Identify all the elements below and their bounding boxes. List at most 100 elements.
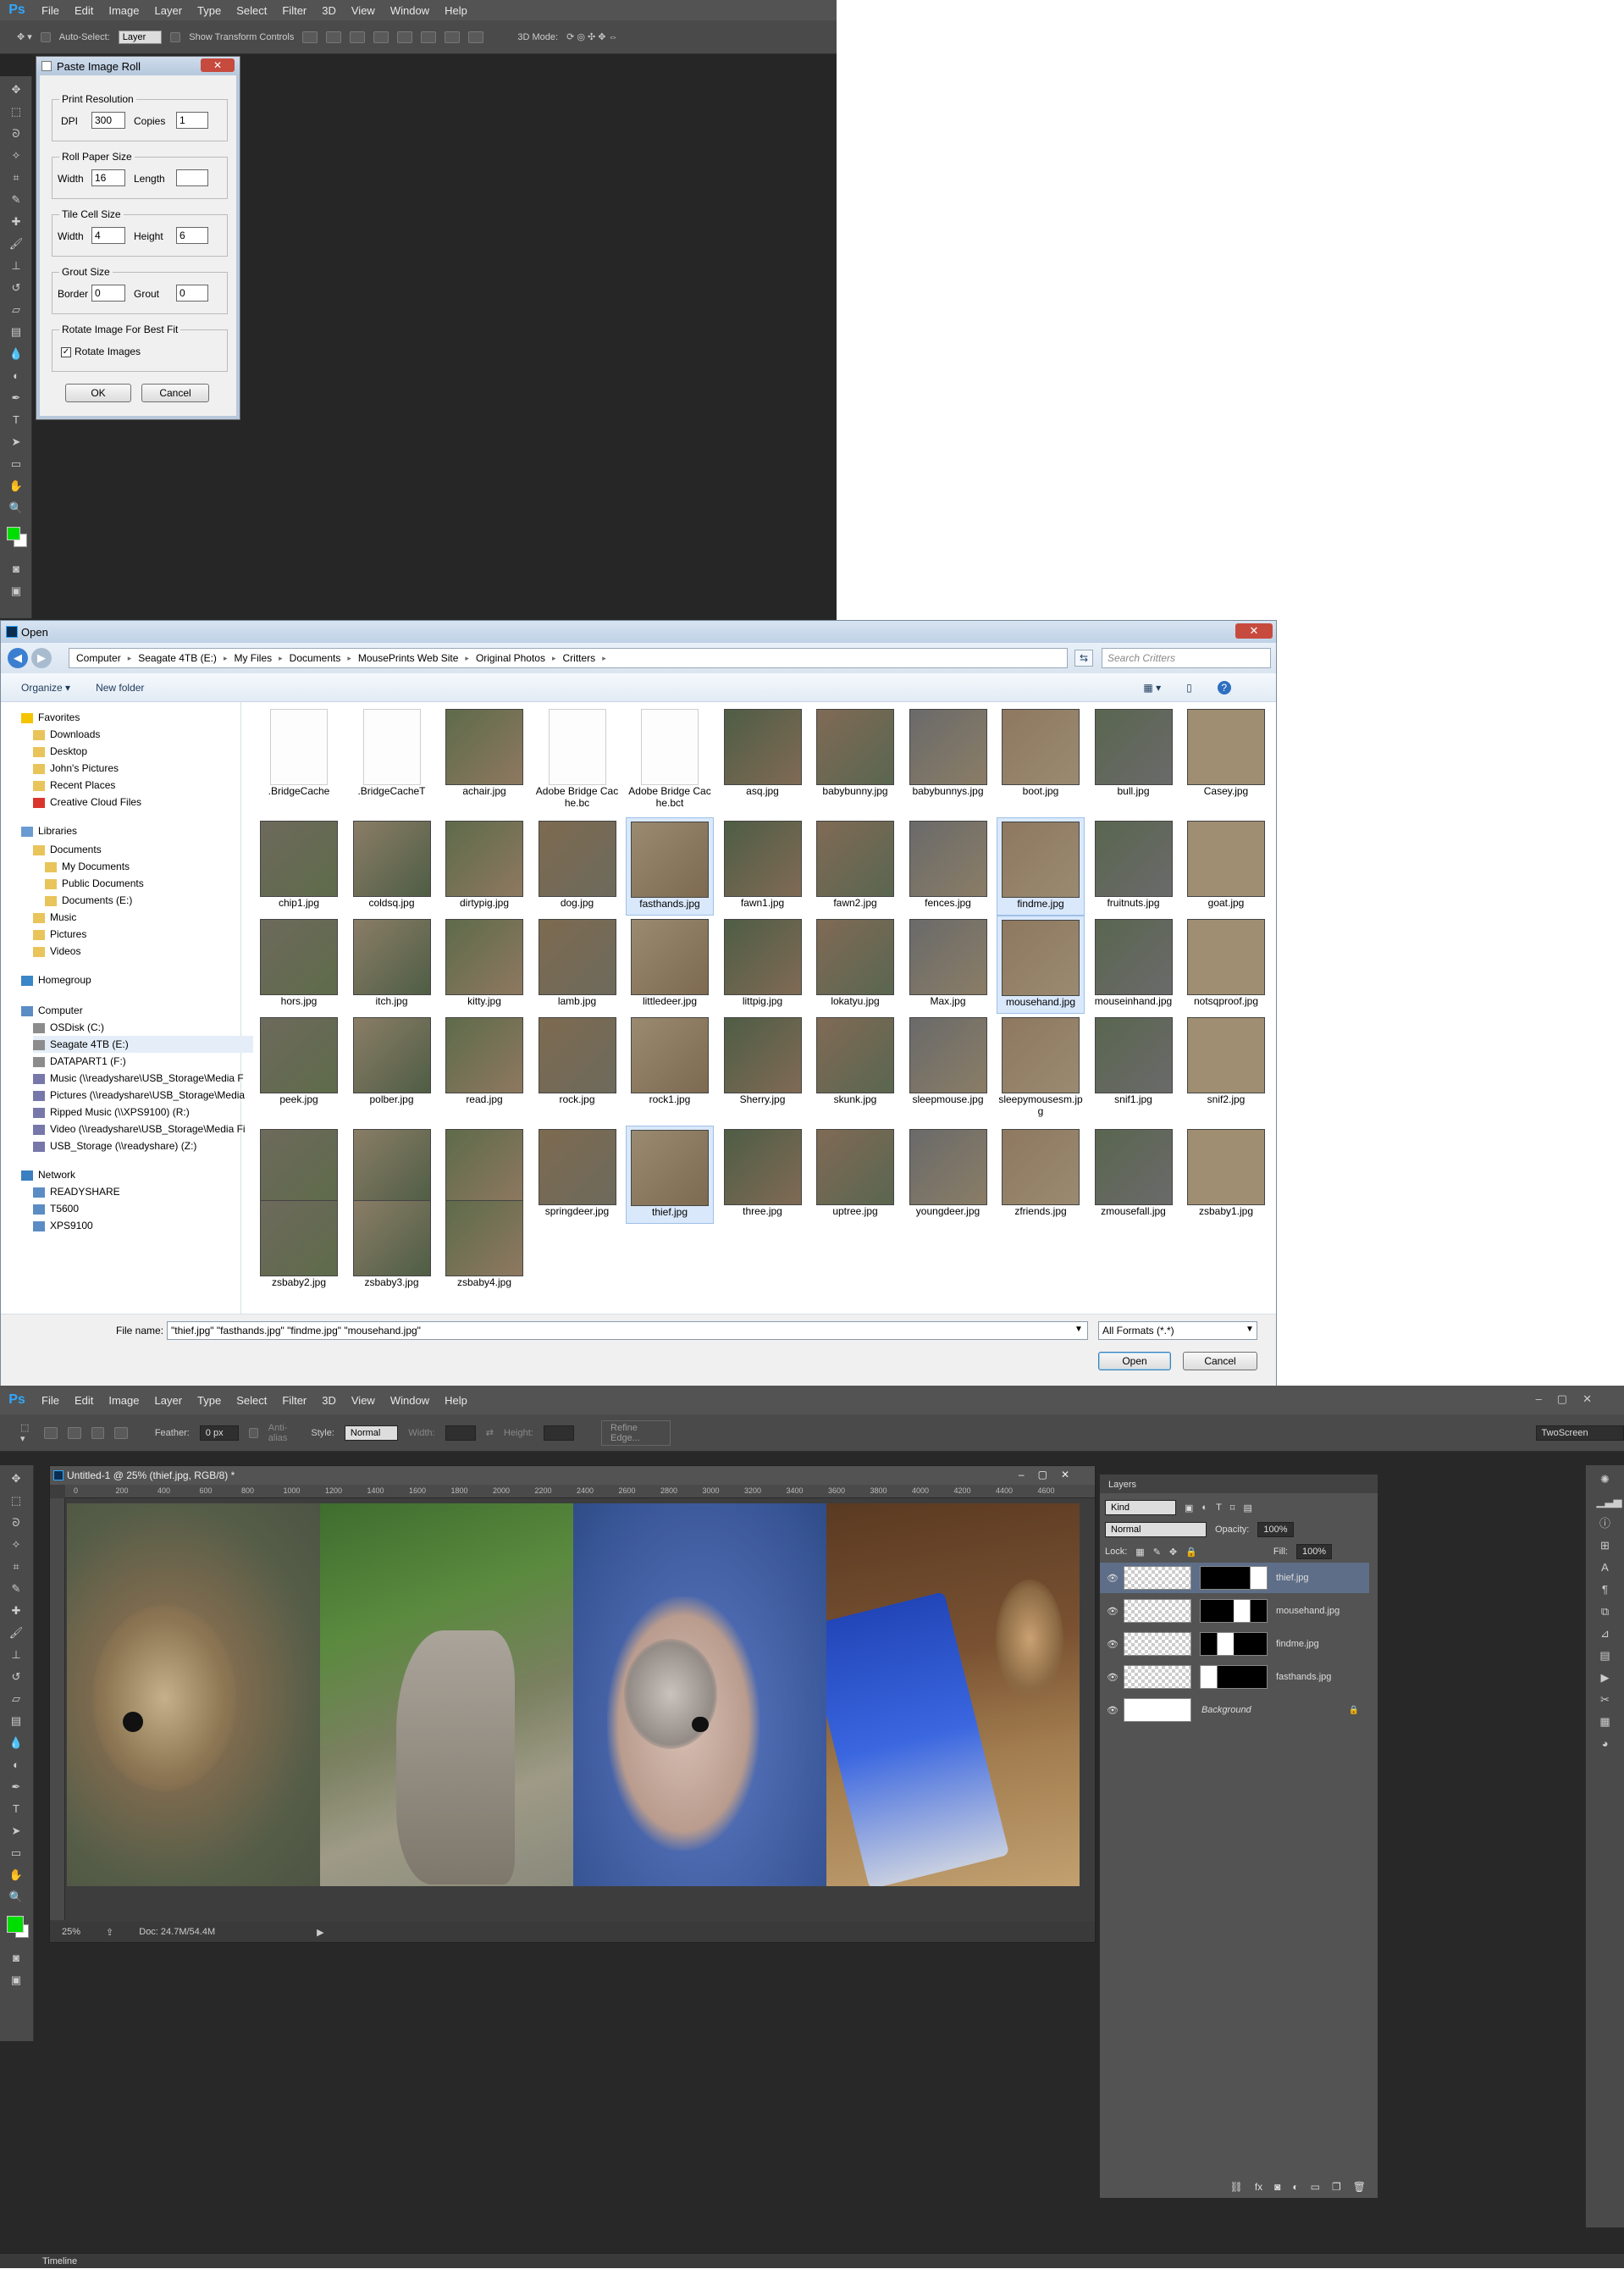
cancel-button[interactable]: Cancel <box>1183 1352 1257 1370</box>
file-item[interactable]: coldsq.jpg <box>348 817 436 916</box>
filter-pixel-icon[interactable]: ▣ <box>1185 1503 1193 1514</box>
pen-tool-icon[interactable]: ✒ <box>7 1779 25 1796</box>
dpi-input[interactable]: 300 <box>91 112 125 129</box>
layer-thumbnail[interactable] <box>1123 1698 1191 1722</box>
roll-length-input[interactable] <box>176 169 208 186</box>
layer-row[interactable]: 👁 findme.jpg <box>1100 1629 1369 1659</box>
menu-type[interactable]: Type <box>190 4 229 17</box>
lock-pixels-icon[interactable]: ▦ <box>1135 1547 1144 1558</box>
healing-brush-icon[interactable]: ✚ <box>7 1602 25 1619</box>
view-options-icon[interactable]: ▦ ▾ <box>1143 682 1161 694</box>
copies-input[interactable]: 1 <box>176 112 208 129</box>
file-item[interactable]: mousehand.jpg <box>997 916 1085 1014</box>
file-item[interactable]: zsbaby2.jpg <box>255 1197 343 1295</box>
foreground-color-swatch[interactable] <box>7 527 20 540</box>
forward-button[interactable]: ▶ <box>31 648 52 668</box>
breadcrumb-separator-icon[interactable]: ▸ <box>279 654 283 663</box>
file-item[interactable]: goat.jpg <box>1182 817 1270 916</box>
type-tool-icon[interactable]: T <box>7 412 25 429</box>
file-item[interactable]: uptree.jpg <box>811 1126 899 1224</box>
auto-select-checkbox[interactable] <box>40 31 51 42</box>
file-item[interactable]: zmousefall.jpg <box>1090 1126 1178 1224</box>
file-item[interactable]: Adobe Bridge Cache.bc <box>533 706 621 809</box>
menu-layer[interactable]: Layer <box>147 1394 191 1407</box>
preview-pane-icon[interactable]: ▯ <box>1186 682 1192 694</box>
breadcrumb-2[interactable]: My Files <box>234 652 272 664</box>
quick-mask-icon[interactable]: ◙ <box>7 1950 25 1967</box>
search-input[interactable]: Search Critters <box>1102 648 1271 668</box>
nav-item[interactable]: Documents <box>33 841 253 858</box>
nav-item[interactable]: Homegroup <box>21 971 241 988</box>
minimize-icon[interactable]: – <box>1536 1392 1557 1405</box>
swatches-icon[interactable]: ▦ <box>1597 1714 1614 1729</box>
file-item[interactable]: .BridgeCacheT <box>348 706 436 804</box>
history-brush-icon[interactable]: ↺ <box>7 279 25 296</box>
menu-image[interactable]: Image <box>101 4 146 17</box>
refine-edge-button[interactable]: Refine Edge... <box>601 1420 671 1446</box>
menu-select[interactable]: Select <box>229 4 274 17</box>
file-item[interactable]: .BridgeCache <box>255 706 343 804</box>
zoom-tool-icon[interactable]: 🔍 <box>7 1889 25 1906</box>
visibility-eye-icon[interactable]: 👁 <box>1107 1672 1119 1683</box>
back-button[interactable]: ◀ <box>8 648 28 668</box>
menu-filter[interactable]: Filter <box>274 4 314 17</box>
info-icon[interactable]: ⓘ <box>1597 1516 1614 1531</box>
layer-name[interactable]: fasthands.jpg <box>1276 1672 1331 1682</box>
menu-edit[interactable]: Edit <box>67 4 101 17</box>
screen-mode-icon[interactable]: ▣ <box>7 583 25 600</box>
move-tool-icon[interactable]: ✥ <box>7 1470 25 1487</box>
link-layers-icon[interactable]: ⛓ <box>1230 2181 1243 2193</box>
roll-width-input[interactable]: 16 <box>91 169 125 186</box>
nav-item[interactable]: USB_Storage (\\readyshare) (Z:) <box>33 1137 253 1154</box>
move-tool-icon[interactable]: ✥ ▾ <box>17 31 32 42</box>
blend-mode-select[interactable]: Normal <box>1105 1522 1207 1537</box>
status-menu-arrow-icon[interactable]: ▶ <box>317 1927 323 1938</box>
new-selection-icon[interactable] <box>44 1426 58 1439</box>
nav-item[interactable]: Downloads <box>33 726 253 743</box>
distribute2-icon[interactable] <box>445 30 461 43</box>
file-item[interactable]: fruitnuts.jpg <box>1090 817 1178 916</box>
nav-item[interactable]: Libraries <box>21 822 241 839</box>
align-left-icon[interactable] <box>373 30 389 43</box>
layers-tab[interactable]: Layers <box>1108 1480 1136 1490</box>
nav-item[interactable]: Creative Cloud Files <box>33 794 253 811</box>
close-button[interactable]: ✕ <box>201 58 235 72</box>
close-icon[interactable]: ✕ <box>1061 1469 1083 1480</box>
menu-image[interactable]: Image <box>101 1394 146 1407</box>
file-type-select[interactable]: All Formats (*.*) <box>1098 1321 1257 1340</box>
tools-presets-icon[interactable]: ✂ <box>1597 1692 1614 1707</box>
blur-tool-icon[interactable]: 💧 <box>7 1735 25 1752</box>
maximize-icon[interactable]: ▢ <box>1038 1469 1061 1480</box>
nav-item[interactable]: Pictures <box>33 926 253 943</box>
feather-input[interactable]: 0 px <box>199 1425 240 1441</box>
layer-thumbnail[interactable] <box>1123 1665 1191 1689</box>
file-item[interactable]: zfriends.jpg <box>997 1126 1085 1224</box>
menu-window[interactable]: Window <box>383 4 437 17</box>
menu-view[interactable]: View <box>344 4 383 17</box>
nav-item[interactable]: DATAPART1 (F:) <box>33 1053 253 1070</box>
swap-icon[interactable]: ⇄ <box>486 1427 494 1438</box>
hand-tool-icon[interactable]: ✋ <box>7 478 25 495</box>
crop-tool-icon[interactable]: ⌗ <box>7 169 25 186</box>
grout-input[interactable]: 0 <box>176 285 208 302</box>
nav-item[interactable]: Ripped Music (\\XPS9100) (R:) <box>33 1104 253 1121</box>
file-item[interactable]: Sherry.jpg <box>719 1014 807 1112</box>
file-item[interactable]: snif1.jpg <box>1090 1014 1178 1112</box>
file-item[interactable]: rock1.jpg <box>626 1014 714 1112</box>
nav-item[interactable]: Public Documents <box>45 875 265 892</box>
new-folder-button[interactable]: New folder <box>96 682 144 694</box>
nav-item[interactable]: XPS9100 <box>33 1217 253 1234</box>
zoom-tool-icon[interactable]: 🔍 <box>7 500 25 517</box>
file-item[interactable]: Adobe Bridge Cache.bct <box>626 706 714 809</box>
magic-wand-icon[interactable]: ✧ <box>7 147 25 164</box>
breadcrumb-1[interactable]: Seagate 4TB (E:) <box>138 652 217 664</box>
menu-layer[interactable]: Layer <box>147 4 191 17</box>
cancel-button[interactable]: Cancel <box>141 384 209 402</box>
delete-layer-icon[interactable]: 🗑 <box>1353 2181 1366 2193</box>
kind-filter-select[interactable]: Kind <box>1105 1500 1176 1515</box>
menu-select[interactable]: Select <box>229 1394 274 1407</box>
file-item[interactable]: rock.jpg <box>533 1014 621 1112</box>
visibility-eye-icon[interactable]: 👁 <box>1107 1573 1119 1584</box>
file-item[interactable]: chip1.jpg <box>255 817 343 916</box>
visibility-eye-icon[interactable]: 👁 <box>1107 1705 1119 1716</box>
